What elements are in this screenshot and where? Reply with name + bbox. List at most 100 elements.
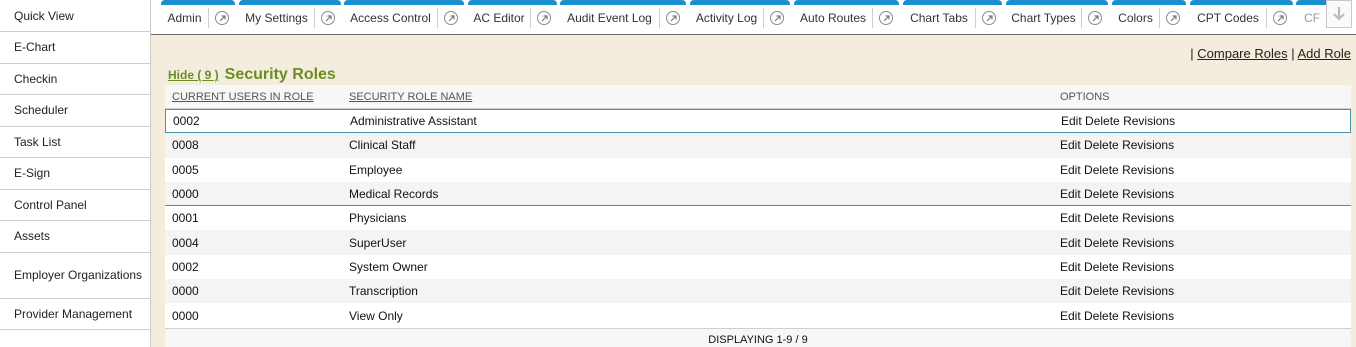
sidebar-item-e-chart[interactable]: E-Chart (0, 32, 150, 64)
column-header-role-name[interactable]: SECURITY ROLE NAME (349, 91, 472, 103)
table-row[interactable]: 0008 Clinical Staff Edit Delete Revision… (165, 133, 1351, 158)
table-row[interactable]: 0002 Administrative Assistant Edit Delet… (165, 109, 1351, 134)
pagination-status: DISPLAYING 1-9 / 9 (165, 328, 1351, 347)
sidebar-item-employer-organizations[interactable]: Employer Organizations (0, 253, 150, 299)
sidebar-item-assets[interactable]: Assets (0, 221, 150, 253)
tab-colors[interactable]: Colors (1112, 0, 1186, 30)
tab-access-control[interactable]: Access Control (344, 0, 464, 30)
popout-icon[interactable] (209, 5, 235, 30)
sidebar-item-e-sign[interactable]: E-Sign (0, 158, 150, 190)
arrow-down-icon (1333, 7, 1345, 21)
cell-options: Edit Delete Revisions (1060, 236, 1174, 250)
sidebar-item-scheduler[interactable]: Scheduler (0, 95, 150, 127)
tab-label: Colors (1118, 10, 1153, 25)
cell-options: Edit Delete Revisions (1060, 211, 1174, 225)
cell-users: 0008 (172, 138, 199, 153)
revisions-link[interactable]: Revisions (1123, 114, 1175, 128)
tab-cpt-codes[interactable]: CPT Codes (1190, 0, 1293, 30)
tab-ac-editor[interactable]: AC Editor (468, 0, 557, 30)
popout-icon[interactable] (1082, 5, 1108, 30)
popout-icon[interactable] (764, 5, 790, 30)
revisions-link[interactable]: Revisions (1122, 163, 1174, 177)
table-row[interactable]: 0000 Medical Records Edit Delete Revisio… (165, 181, 1351, 207)
table-row[interactable]: 0005 Employee Edit Delete Revisions (165, 158, 1351, 182)
edit-link[interactable]: Edit (1060, 260, 1081, 274)
table-row[interactable]: 0000 View Only Edit Delete Revisions (165, 303, 1351, 327)
revisions-link[interactable]: Revisions (1122, 187, 1174, 201)
tab-auto-routes[interactable]: Auto Routes (794, 0, 899, 30)
tab-label: AC Editor (473, 10, 525, 25)
edit-link[interactable]: Edit (1060, 309, 1081, 323)
revisions-link[interactable]: Revisions (1122, 211, 1174, 225)
role-actions: | Compare Roles | Add Role (1190, 46, 1351, 61)
cell-users: 0001 (172, 211, 199, 226)
tab-chart-types[interactable]: Chart Types (1006, 0, 1108, 30)
delete-link[interactable]: Delete (1084, 309, 1119, 323)
cell-role-name: System Owner (349, 259, 428, 274)
sidebar-item-provider-management[interactable]: Provider Management (0, 299, 150, 330)
popout-icon[interactable] (531, 5, 557, 30)
cell-role-name: View Only (349, 308, 403, 323)
edit-link[interactable]: Edit (1060, 187, 1081, 201)
tab-chart-tabs[interactable]: Chart Tabs (903, 0, 1002, 30)
main-content: | Compare Roles | Add Role Hide ( 9 ) Se… (151, 35, 1356, 347)
cell-options: Edit Delete Revisions (1060, 284, 1174, 298)
tab-label: Chart Tabs (910, 10, 968, 25)
add-role-link[interactable]: Add Role (1298, 46, 1351, 61)
tab-audit-event-log[interactable]: Audit Event Log (560, 0, 686, 30)
tab-activity-log[interactable]: Activity Log (690, 0, 790, 30)
revisions-link[interactable]: Revisions (1122, 309, 1174, 323)
tab-label: Auto Routes (799, 10, 867, 25)
cell-options: Edit Delete Revisions (1060, 309, 1174, 323)
revisions-link[interactable]: Revisions (1122, 138, 1174, 152)
column-header-users[interactable]: CURRENT USERS IN ROLE (172, 91, 314, 103)
table-row[interactable]: 0002 System Owner Edit Delete Revisions (165, 255, 1351, 279)
sidebar-item-checkin[interactable]: Checkin (0, 64, 150, 95)
delete-link[interactable]: Delete (1085, 114, 1120, 128)
delete-link[interactable]: Delete (1084, 260, 1119, 274)
popout-icon[interactable] (315, 5, 341, 30)
cell-users: 0000 (172, 284, 199, 299)
edit-link[interactable]: Edit (1060, 236, 1081, 250)
tab-my-settings[interactable]: My Settings (239, 0, 341, 30)
tab-admin[interactable]: Admin (161, 0, 235, 30)
revisions-link[interactable]: Revisions (1122, 236, 1174, 250)
revisions-link[interactable]: Revisions (1122, 284, 1174, 298)
popout-icon[interactable] (1160, 5, 1186, 30)
tab-label: Activity Log (695, 10, 758, 25)
scroll-tabs-button[interactable] (1326, 0, 1352, 28)
table-row[interactable]: 0001 Physicians Edit Delete Revisions (165, 206, 1351, 230)
table-row[interactable]: 0004 SuperUser Edit Delete Revisions (165, 230, 1351, 255)
sidebar-item-quick-view[interactable]: Quick View (0, 0, 150, 32)
delete-link[interactable]: Delete (1084, 211, 1119, 225)
compare-roles-link[interactable]: Compare Roles (1197, 46, 1287, 61)
edit-link[interactable]: Edit (1060, 211, 1081, 225)
popout-icon[interactable] (438, 5, 464, 30)
popout-icon[interactable] (660, 5, 686, 30)
edit-link[interactable]: Edit (1060, 138, 1081, 152)
delete-link[interactable]: Delete (1084, 236, 1119, 250)
delete-link[interactable]: Delete (1084, 163, 1119, 177)
sidebar-item-task-list[interactable]: Task List (0, 127, 150, 158)
cell-role-name: Employee (349, 162, 403, 177)
popout-icon[interactable] (1267, 5, 1293, 30)
table-row[interactable]: 0000 Transcription Edit Delete Revisions (165, 279, 1351, 304)
popout-icon[interactable] (976, 5, 1002, 30)
edit-link[interactable]: Edit (1060, 163, 1081, 177)
cell-role-name: SuperUser (349, 235, 407, 250)
hide-toggle-link[interactable]: Hide ( 9 ) (168, 68, 219, 82)
cell-users: 0000 (172, 308, 199, 323)
popout-icon[interactable] (873, 5, 899, 30)
delete-link[interactable]: Delete (1084, 284, 1119, 298)
section-header: Hide ( 9 ) Security Roles (168, 66, 336, 84)
edit-link[interactable]: Edit (1060, 284, 1081, 298)
table-header: CURRENT USERS IN ROLE SECURITY ROLE NAME… (165, 85, 1351, 109)
sidebar-item-control-panel[interactable]: Control Panel (0, 190, 150, 221)
revisions-link[interactable]: Revisions (1122, 260, 1174, 274)
delete-link[interactable]: Delete (1084, 187, 1119, 201)
tab-label: My Settings (245, 10, 308, 25)
delete-link[interactable]: Delete (1084, 138, 1119, 152)
tab-label: CPT Codes (1197, 10, 1259, 25)
edit-link[interactable]: Edit (1061, 114, 1082, 128)
sidebar: Quick View E-Chart Checkin Scheduler Tas… (0, 0, 151, 347)
